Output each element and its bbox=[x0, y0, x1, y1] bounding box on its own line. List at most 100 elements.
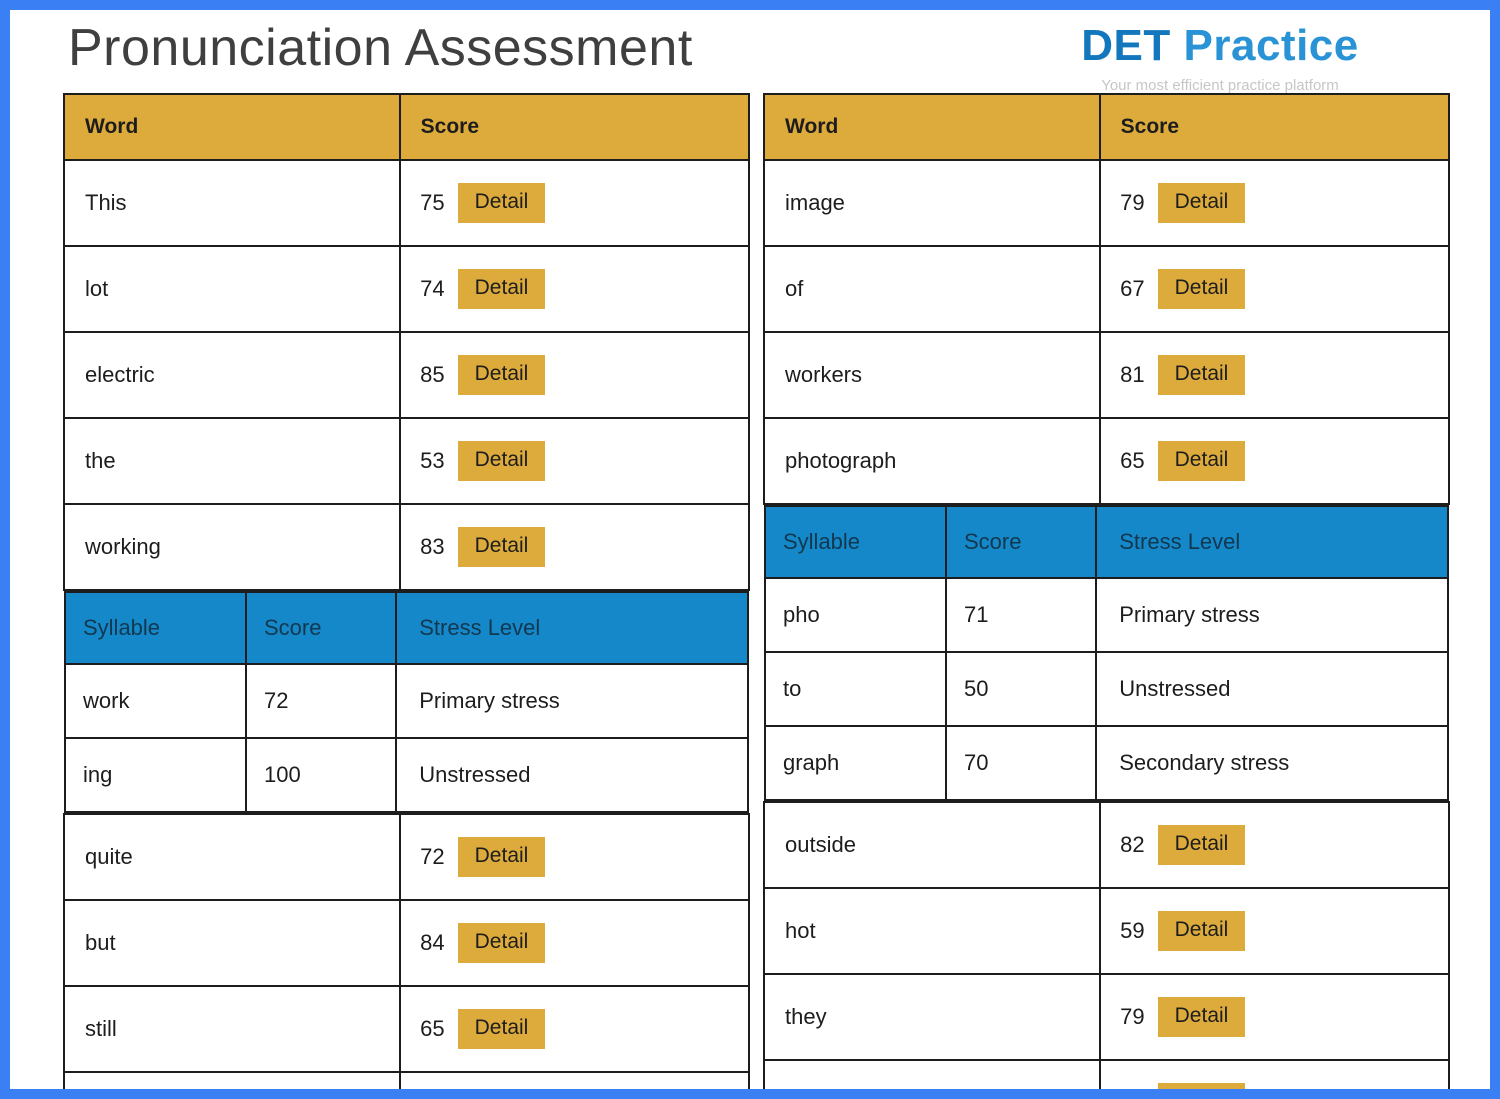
score-cell: 53 Detail bbox=[398, 417, 750, 505]
right-column: Word Score image 79 Detail of 67 Detail … bbox=[750, 93, 1490, 1089]
detail-button[interactable]: Detail bbox=[457, 923, 546, 963]
detail-button[interactable]: Detail bbox=[1157, 825, 1246, 865]
word-cell: but bbox=[63, 899, 401, 987]
syllable-detail-row: Syllable Score Stress Level work 72 Prim… bbox=[64, 590, 749, 814]
syllable-cell: pho bbox=[764, 577, 947, 653]
table-row: image 79 Detail bbox=[763, 159, 1451, 247]
score-value: 59 bbox=[1120, 917, 1145, 943]
syllable-row: ing 100 Unstressed bbox=[64, 737, 749, 813]
word-cell: smile bbox=[763, 1059, 1101, 1089]
score-value: 84 bbox=[420, 929, 445, 955]
word-cell: photograph bbox=[763, 417, 1101, 505]
score-cell: Detail bbox=[398, 1071, 750, 1089]
column-header-word: Word bbox=[63, 93, 401, 161]
table-header-row: Word Score bbox=[63, 93, 750, 161]
detail-button[interactable]: Detail bbox=[457, 183, 546, 223]
syllable-score-cell: 100 bbox=[244, 737, 398, 813]
logo-det-text: DET bbox=[1081, 21, 1171, 70]
app-window: Pronunciation Assessment DET Practice Yo… bbox=[0, 0, 1500, 1099]
table-row: smile 75 Detail bbox=[763, 1059, 1451, 1089]
word-cell: the bbox=[63, 417, 401, 505]
score-cell: 84 Detail bbox=[398, 899, 750, 987]
table-row: they 79 Detail bbox=[763, 973, 1451, 1061]
score-cell: 65 Detail bbox=[1098, 417, 1451, 505]
word-cell: working bbox=[63, 503, 401, 591]
table-header-row: Word Score bbox=[763, 93, 1451, 161]
table-row: Detail bbox=[63, 1071, 750, 1089]
table-row: still 65 Detail bbox=[63, 985, 750, 1073]
score-cell: 82 Detail bbox=[1098, 801, 1451, 889]
syllable-row: to 50 Unstressed bbox=[764, 651, 1449, 727]
score-value: 79 bbox=[1120, 189, 1145, 215]
score-value: 72 bbox=[420, 843, 445, 869]
column-header-stress-level: Stress Level bbox=[1095, 505, 1449, 579]
detail-button[interactable]: Detail bbox=[457, 1009, 546, 1049]
right-syllable-table: Syllable Score Stress Level pho 71 Prima… bbox=[764, 505, 1449, 801]
score-cell: 59 Detail bbox=[1098, 887, 1451, 975]
table-row: electric 85 Detail bbox=[63, 331, 750, 419]
detail-button[interactable]: Detail bbox=[1157, 441, 1246, 481]
table-row: hot 59 Detail bbox=[763, 887, 1451, 975]
column-header-syllable: Syllable bbox=[64, 591, 247, 665]
detail-button[interactable]: Detail bbox=[1157, 183, 1246, 223]
stress-level-cell: Primary stress bbox=[1095, 577, 1449, 653]
syllable-row: work 72 Primary stress bbox=[64, 663, 749, 739]
score-value: 65 bbox=[420, 1015, 445, 1041]
detail-button[interactable]: Detail bbox=[457, 355, 546, 395]
score-cell: 85 Detail bbox=[398, 331, 750, 419]
word-cell: hot bbox=[763, 887, 1101, 975]
stress-level-cell: Unstressed bbox=[395, 737, 749, 813]
score-value: 85 bbox=[420, 361, 445, 387]
word-cell: image bbox=[763, 159, 1101, 247]
syllable-score-cell: 70 bbox=[944, 725, 1098, 801]
word-cell: outside bbox=[763, 801, 1101, 889]
score-value: 75 bbox=[420, 189, 445, 215]
word-cell bbox=[63, 1071, 401, 1089]
detail-button[interactable]: Detail bbox=[1157, 911, 1246, 951]
table-row: outside 82 Detail bbox=[763, 801, 1451, 889]
detail-button[interactable]: Detail bbox=[1157, 1083, 1246, 1089]
detail-button[interactable]: Detail bbox=[457, 837, 546, 877]
syllable-detail-host: Syllable Score Stress Level pho 71 Prima… bbox=[764, 504, 1449, 802]
word-cell: quite bbox=[63, 813, 401, 901]
syllable-score-cell: 72 bbox=[244, 663, 398, 739]
page-content: Pronunciation Assessment DET Practice Yo… bbox=[10, 10, 1490, 1089]
logo-practice-text: Practice bbox=[1183, 21, 1359, 70]
column-header-score: Score bbox=[398, 93, 750, 161]
score-value: 74 bbox=[420, 275, 445, 301]
score-value: 83 bbox=[420, 533, 445, 559]
word-cell: they bbox=[763, 973, 1101, 1061]
stress-level-cell: Unstressed bbox=[1095, 651, 1449, 727]
column-header-syllable-score: Score bbox=[244, 591, 398, 665]
syllable-cell: graph bbox=[764, 725, 947, 801]
column-header-syllable: Syllable bbox=[764, 505, 947, 579]
right-table-body: image 79 Detail of 67 Detail workers 81 … bbox=[763, 159, 1451, 1089]
syllable-score-cell: 50 bbox=[944, 651, 1098, 727]
stress-level-cell: Primary stress bbox=[395, 663, 749, 739]
detail-button[interactable]: Detail bbox=[1157, 355, 1246, 395]
score-cell: 65 Detail bbox=[398, 985, 750, 1073]
word-cell: workers bbox=[763, 331, 1101, 419]
score-value: 81 bbox=[1120, 361, 1145, 387]
score-value: 53 bbox=[420, 447, 445, 473]
detail-button[interactable]: Detail bbox=[457, 441, 546, 481]
syllable-row: pho 71 Primary stress bbox=[764, 577, 1449, 653]
score-cell: 75 Detail bbox=[398, 159, 750, 247]
left-word-table: Word Score This 75 Detail lot 74 Detail … bbox=[63, 93, 750, 1089]
left-syllable-table: Syllable Score Stress Level work 72 Prim… bbox=[64, 591, 749, 813]
logo-tagline: Your most efficient practice platform bbox=[1101, 77, 1339, 94]
detail-button[interactable]: Detail bbox=[457, 269, 546, 309]
score-cell: 83 Detail bbox=[398, 503, 750, 591]
detail-button[interactable]: Detail bbox=[457, 527, 546, 567]
table-row: This 75 Detail bbox=[63, 159, 750, 247]
stress-level-cell: Secondary stress bbox=[1095, 725, 1449, 801]
detail-button[interactable]: Detail bbox=[1157, 269, 1246, 309]
right-word-table: Word Score image 79 Detail of 67 Detail … bbox=[763, 93, 1451, 1089]
word-cell: This bbox=[63, 159, 401, 247]
table-row: photograph 65 Detail bbox=[763, 417, 1451, 505]
table-row: lot 74 Detail bbox=[63, 245, 750, 333]
word-cell: still bbox=[63, 985, 401, 1073]
score-value: 65 bbox=[1120, 447, 1145, 473]
detail-button[interactable]: Detail bbox=[1157, 997, 1246, 1037]
page-title: Pronunciation Assessment bbox=[68, 19, 693, 77]
